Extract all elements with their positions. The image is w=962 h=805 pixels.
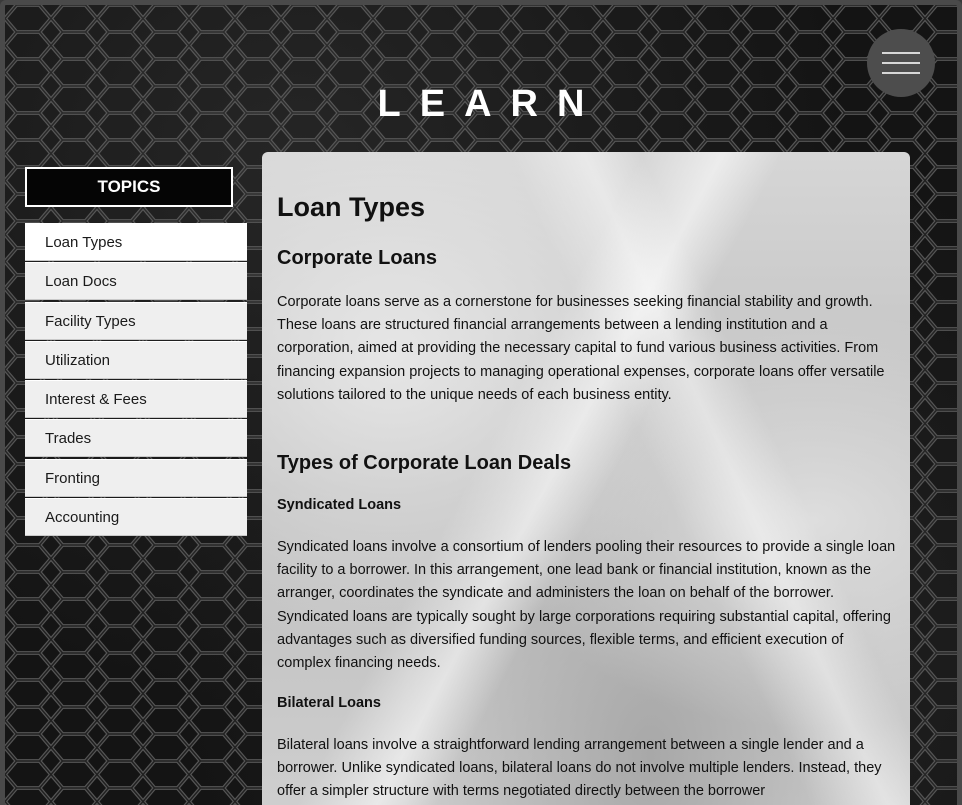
sidebar-item-loan-docs[interactable]: Loan Docs xyxy=(25,262,247,301)
sidebar-item-accounting[interactable]: Accounting xyxy=(25,498,247,537)
content-panel: Loan Types Corporate Loans Corporate loa… xyxy=(262,152,910,805)
sidebar-item-utilization[interactable]: Utilization xyxy=(25,340,247,379)
subheading-syndicated-loans: Syndicated Loans xyxy=(277,497,402,513)
sidebar-item-facility-types[interactable]: Facility Types xyxy=(25,301,247,340)
corporate-loans-paragraph: Corporate loans serve as a cornerstone f… xyxy=(277,294,885,403)
subheading-bilateral-loans: Bilateral Loans xyxy=(277,695,381,711)
topics-list: Loan Types Loan Docs Facility Types Util… xyxy=(25,223,247,537)
hamburger-menu-icon-bar xyxy=(882,62,920,64)
hamburger-menu-icon-bar xyxy=(882,72,920,74)
page-frame: LEARN TOPICS Loan Types Loan Docs Facili… xyxy=(0,0,962,805)
section-heading-loan-deals: Types of Corporate Loan Deals xyxy=(277,452,572,474)
syndicated-loans-paragraph: Syndicated loans involve a consortium of… xyxy=(277,539,896,672)
sidebar-item-interest-fees[interactable]: Interest & Fees xyxy=(25,380,247,419)
page-title: LEARN xyxy=(377,83,604,125)
hamburger-menu-button[interactable] xyxy=(867,29,935,97)
topics-heading: TOPICS xyxy=(25,167,233,207)
header: LEARN xyxy=(5,5,957,153)
hamburger-menu-icon xyxy=(882,52,920,54)
section-heading-corporate-loans: Corporate Loans xyxy=(277,247,438,269)
sidebar-item-loan-types[interactable]: Loan Types xyxy=(25,223,247,261)
sidebar-item-trades[interactable]: Trades xyxy=(25,419,247,458)
content-title: Loan Types xyxy=(277,192,426,222)
bilateral-loans-paragraph: Bilateral loans involve a straightforwar… xyxy=(277,737,882,800)
sidebar-item-fronting[interactable]: Fronting xyxy=(25,458,247,497)
